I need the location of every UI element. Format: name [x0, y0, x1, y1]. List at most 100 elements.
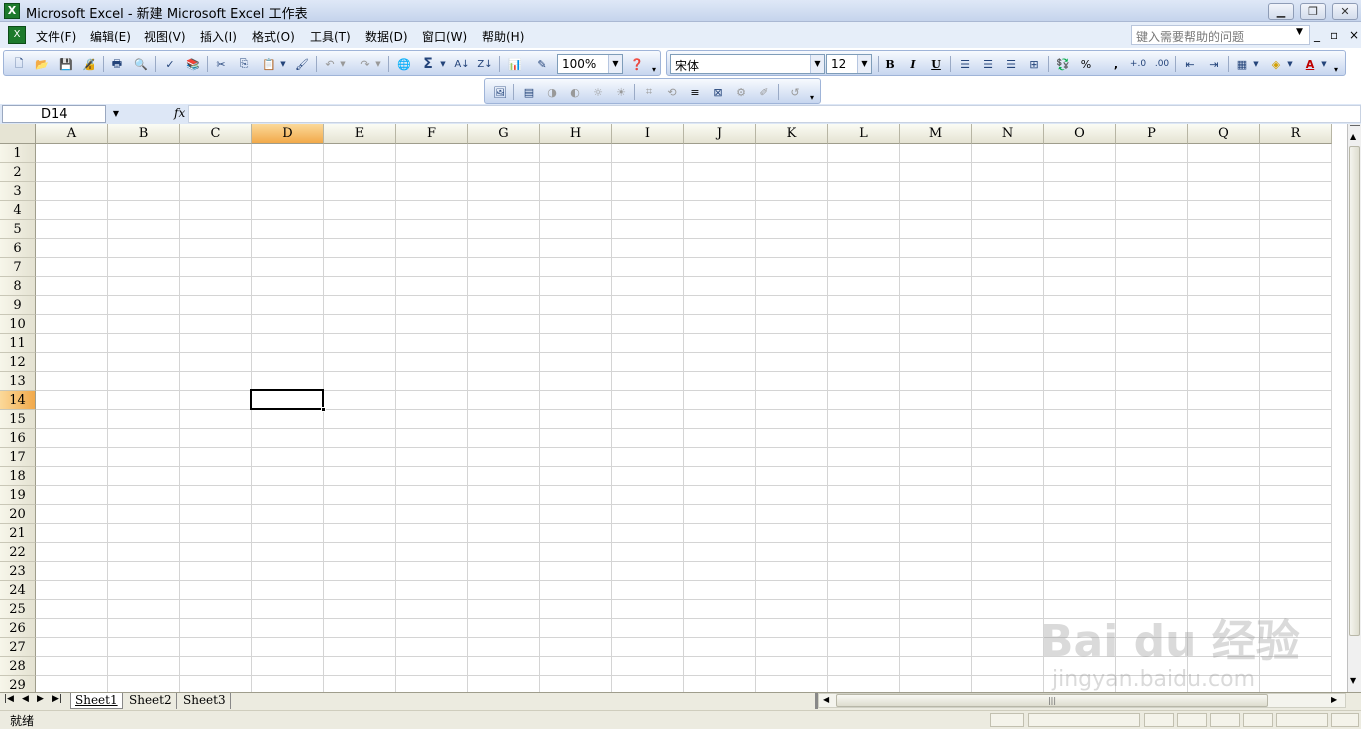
chevron-down-icon[interactable]: ▼ [608, 55, 622, 73]
toolbar-options-icon[interactable]: ▾ [810, 93, 814, 102]
insert-picture-icon[interactable]: 🖼 [491, 84, 509, 100]
column-header[interactable]: R [1260, 124, 1332, 144]
menu-view[interactable]: 视图(V) [144, 28, 186, 45]
borders-icon[interactable]: ▦ [1233, 56, 1251, 72]
column-header[interactable]: F [396, 124, 468, 144]
minimize-button[interactable]: ▁ [1268, 3, 1294, 20]
menu-tools[interactable]: 工具(T) [310, 28, 351, 45]
column-header[interactable]: L [828, 124, 900, 144]
comma-button[interactable]: , [1107, 56, 1125, 72]
fill-color-dropdown-icon[interactable]: ▼ [1285, 56, 1295, 72]
restore-button[interactable]: ❐ [1300, 3, 1326, 20]
active-cell[interactable] [250, 389, 324, 410]
sheet-tab-sheet3[interactable]: Sheet3 [179, 693, 231, 709]
column-header[interactable]: O [1044, 124, 1116, 144]
underline-button[interactable]: U [927, 56, 945, 72]
row-header[interactable]: 8 [0, 277, 36, 296]
workbook-restore-button[interactable]: ▫ [1330, 28, 1338, 42]
redo-dropdown-icon[interactable]: ▼ [373, 56, 383, 72]
column-header[interactable]: A [36, 124, 108, 144]
bold-button[interactable]: B [881, 56, 899, 72]
row-header[interactable]: 20 [0, 505, 36, 524]
align-left-icon[interactable]: ☰ [956, 56, 974, 72]
color-icon[interactable]: ▤ [520, 84, 538, 100]
select-all-corner[interactable] [0, 124, 36, 144]
column-header[interactable]: C [180, 124, 252, 144]
row-header[interactable]: 10 [0, 315, 36, 334]
increase-decimal-icon[interactable]: +.0 [1129, 56, 1147, 72]
sort-ascending-icon[interactable]: A↓ [453, 56, 471, 72]
align-right-icon[interactable]: ☰ [1002, 56, 1020, 72]
new-icon[interactable]: 🗋 [10, 56, 28, 72]
row-header[interactable]: 28 [0, 657, 36, 676]
row-header[interactable]: 3 [0, 182, 36, 201]
column-header[interactable]: N [972, 124, 1044, 144]
column-header[interactable]: K [756, 124, 828, 144]
redo-icon[interactable]: ↷ [356, 56, 374, 72]
menu-edit[interactable]: 编辑(E) [90, 28, 131, 45]
menu-file[interactable]: 文件(F) [36, 28, 76, 45]
row-header[interactable]: 15 [0, 410, 36, 429]
row-header[interactable]: 26 [0, 619, 36, 638]
set-transparent-icon[interactable]: ✐ [755, 84, 773, 100]
font-name-select[interactable]: 宋体 ▼ [670, 54, 825, 74]
row-header[interactable]: 19 [0, 486, 36, 505]
italic-button[interactable]: I [904, 56, 922, 72]
font-color-button[interactable]: A [1301, 56, 1319, 72]
sort-descending-icon[interactable]: Z↓ [476, 56, 494, 72]
excel-icon[interactable]: X [4, 3, 20, 19]
menu-format[interactable]: 格式(O) [252, 28, 295, 45]
first-sheet-icon[interactable]: |◀ [4, 694, 14, 704]
row-header[interactable]: 14 [0, 391, 36, 410]
less-brightness-icon[interactable]: ☀ [612, 84, 630, 100]
row-header[interactable]: 11 [0, 334, 36, 353]
fill-color-icon[interactable]: ◈ [1267, 56, 1285, 72]
row-header[interactable]: 18 [0, 467, 36, 486]
last-sheet-icon[interactable]: ▶| [52, 694, 62, 704]
borders-dropdown-icon[interactable]: ▼ [1251, 56, 1261, 72]
drawing-icon[interactable]: ✎ [533, 56, 551, 72]
insert-function-button[interactable]: fx [174, 106, 185, 120]
column-header[interactable]: H [540, 124, 612, 144]
row-header[interactable]: 16 [0, 429, 36, 448]
print-icon[interactable]: 🖶 [108, 56, 126, 72]
menu-data[interactable]: 数据(D) [365, 28, 408, 45]
less-contrast-icon[interactable]: ◐ [566, 84, 584, 100]
column-header[interactable]: M [900, 124, 972, 144]
chevron-down-icon[interactable]: ▼ [810, 55, 824, 73]
row-header[interactable]: 21 [0, 524, 36, 543]
crop-icon[interactable]: ⌗ [640, 84, 658, 100]
research-icon[interactable]: 📚 [184, 56, 202, 72]
decrease-decimal-icon[interactable]: .00 [1153, 56, 1171, 72]
line-style-icon[interactable]: ≡ [686, 84, 704, 100]
scroll-right-icon[interactable]: ▶ [1331, 695, 1337, 704]
undo-icon[interactable]: ↶ [321, 56, 339, 72]
print-preview-icon[interactable]: 🔍 [132, 56, 150, 72]
row-header[interactable]: 17 [0, 448, 36, 467]
row-header[interactable]: 6 [0, 239, 36, 258]
row-header[interactable]: 27 [0, 638, 36, 657]
row-header[interactable]: 23 [0, 562, 36, 581]
sheet-tab-sheet1[interactable]: Sheet1 [70, 693, 123, 709]
autosum-icon[interactable]: Σ [419, 56, 437, 72]
row-header[interactable]: 1 [0, 144, 36, 163]
row-header[interactable]: 24 [0, 581, 36, 600]
sheet-tab-sheet2[interactable]: Sheet2 [125, 693, 177, 709]
column-header[interactable]: E [324, 124, 396, 144]
font-color-dropdown-icon[interactable]: ▼ [1319, 56, 1329, 72]
help-dropdown-icon[interactable]: ▼ [1296, 27, 1303, 37]
format-picture-icon[interactable]: ⚙ [732, 84, 750, 100]
vertical-scroll-thumb[interactable] [1349, 146, 1360, 636]
split-box[interactable] [1350, 125, 1360, 126]
reset-picture-icon[interactable]: ↺ [786, 84, 804, 100]
fill-handle[interactable] [321, 407, 326, 412]
row-header[interactable]: 4 [0, 201, 36, 220]
permission-icon[interactable]: 🔏 [80, 56, 98, 72]
cell-area[interactable] [36, 144, 1332, 692]
row-header[interactable]: 5 [0, 220, 36, 239]
column-header[interactable]: B [108, 124, 180, 144]
row-header[interactable]: 25 [0, 600, 36, 619]
more-brightness-icon[interactable]: ☼ [589, 84, 607, 100]
row-header[interactable]: 2 [0, 163, 36, 182]
zoom-select[interactable]: 100% ▼ [557, 54, 623, 74]
